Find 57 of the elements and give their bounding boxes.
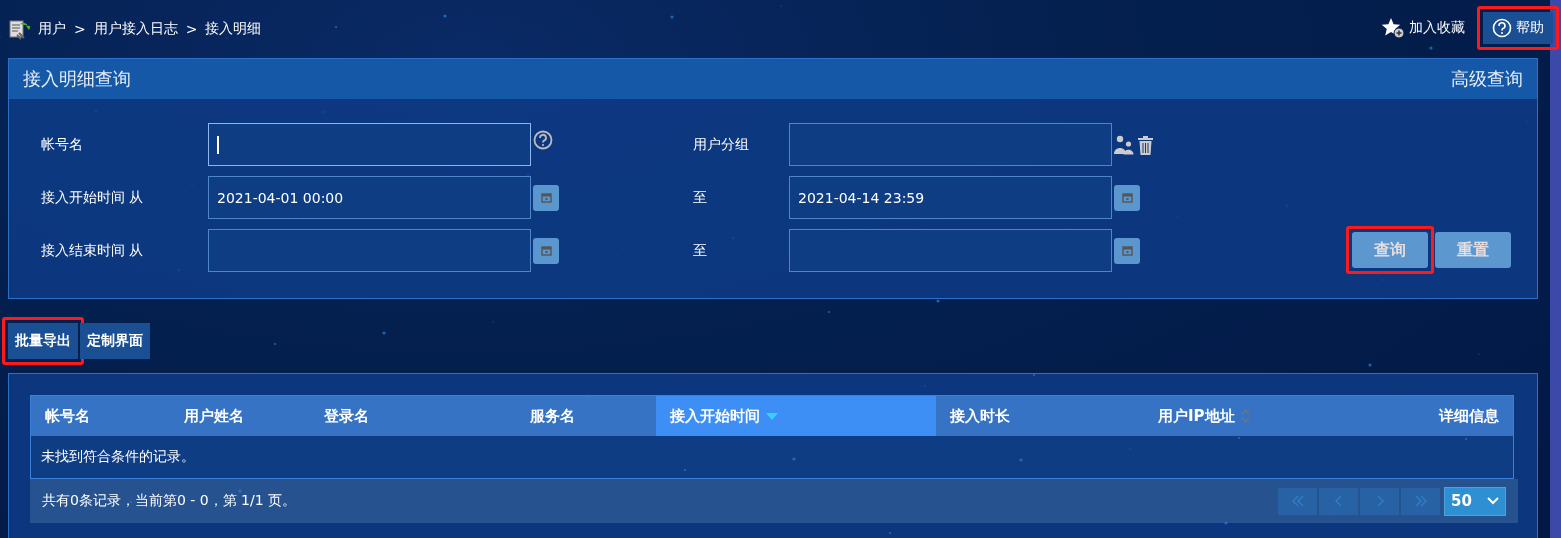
help-icon[interactable]: [533, 130, 553, 150]
breadcrumb-link[interactable]: 用户接入日志: [93, 20, 178, 38]
calendar-button[interactable]: [1114, 237, 1140, 264]
help-button[interactable]: 帮助: [1483, 12, 1553, 44]
calendar-icon: [540, 245, 552, 256]
scrollbar[interactable]: [1550, 0, 1561, 538]
sort-desc-icon[interactable]: [766, 412, 778, 420]
help-icon: [1492, 18, 1512, 38]
breadcrumb-separator: >: [74, 21, 86, 37]
column-header[interactable]: 用户IP地址: [1144, 396, 1381, 436]
calendar-button[interactable]: [533, 237, 559, 264]
calendar-icon: [540, 192, 552, 203]
input-field[interactable]: 2021-04-01 00:00: [208, 176, 531, 219]
advanced-query-link[interactable]: 高级查询: [1451, 67, 1523, 91]
column-header[interactable]: 详细信息: [1381, 396, 1513, 436]
column-header[interactable]: 登录名: [310, 396, 516, 436]
column-header[interactable]: 接入时长: [936, 396, 1144, 436]
prev-page-button[interactable]: [1319, 487, 1358, 515]
toolbar-button[interactable]: 批量导出: [8, 323, 78, 359]
last-page-button[interactable]: [1401, 487, 1440, 515]
input-field[interactable]: [208, 123, 531, 166]
field-label: 接入结束时间 从: [41, 241, 145, 260]
next-page-button[interactable]: [1360, 487, 1399, 515]
field-label: 接入开始时间 从: [41, 188, 145, 207]
input-field[interactable]: [789, 229, 1112, 272]
chevron-down-icon: [1487, 497, 1499, 505]
breadcrumb-separator: >: [185, 21, 198, 37]
input-field[interactable]: [208, 229, 531, 272]
calendar-button[interactable]: [1114, 184, 1140, 211]
page-size-select[interactable]: 50: [1444, 486, 1506, 516]
field-label: 帐号名: [41, 135, 84, 154]
calendar-icon: [1121, 192, 1133, 203]
input-field[interactable]: [789, 123, 1112, 166]
double-left-icon: [1290, 495, 1305, 507]
column-header[interactable]: 用户姓名: [170, 396, 310, 436]
breadcrumb-link[interactable]: 接入明细: [205, 20, 262, 38]
empty-message: 未找到符合条件的记录。: [31, 436, 1513, 478]
trash-icon[interactable]: [1137, 134, 1154, 155]
breadcrumb-link[interactable]: 用户: [38, 20, 66, 38]
input-field[interactable]: 2021-04-14 23:59: [789, 176, 1112, 219]
column-header[interactable]: 接入开始时间: [656, 396, 936, 436]
field-label: 至: [693, 241, 708, 260]
calendar-icon: [1121, 245, 1133, 256]
record-summary: 共有0条记录，当前第0 - 0，第 1/1 页。: [42, 492, 297, 510]
star-add-icon[interactable]: [1381, 17, 1405, 39]
add-favorite-link[interactable]: 加入收藏: [1409, 19, 1465, 37]
users-icon[interactable]: [1113, 134, 1135, 155]
column-header[interactable]: 服务名: [516, 396, 656, 436]
document-refresh-icon: [8, 18, 30, 40]
toolbar-button[interactable]: 定制界面: [80, 323, 150, 359]
first-page-button[interactable]: [1278, 487, 1317, 515]
calendar-button[interactable]: [533, 184, 559, 211]
field-label: 用户分组: [693, 135, 750, 154]
panel-title: 接入明细查询: [23, 67, 131, 91]
field-label: 至: [693, 188, 708, 207]
column-header[interactable]: 帐号名: [31, 396, 170, 436]
double-right-icon: [1413, 495, 1428, 507]
